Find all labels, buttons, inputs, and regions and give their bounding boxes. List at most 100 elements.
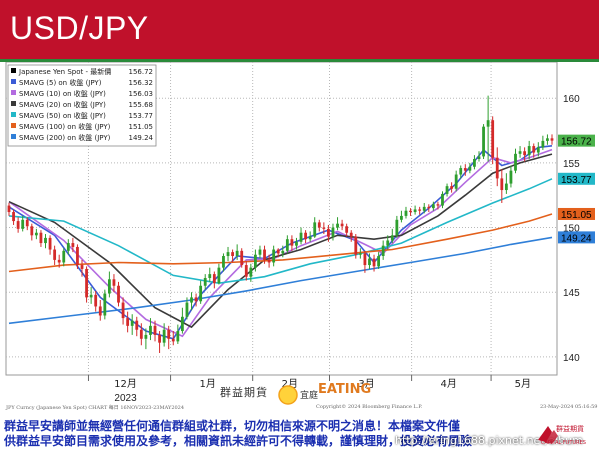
candle-body [308, 236, 312, 240]
candle-body [208, 274, 212, 278]
candle-body [441, 193, 444, 206]
candle-body [185, 302, 189, 317]
disclaimer-line-1: 群益早安講師並無經營任何通信群組或社群，切勿相信來源不明之消息！本檔案文件僅 [4, 419, 461, 433]
candle-body [368, 258, 371, 266]
candle-body [53, 249, 57, 260]
candle-body [176, 331, 180, 342]
candle-body [358, 253, 362, 255]
legend-label: SMAVG (50) on 收盤 (JPY) [19, 111, 106, 120]
candle-body [71, 243, 75, 247]
legend-label: SMAVG (200) on 收盤 (JPY) [19, 133, 111, 142]
candle-body [162, 329, 166, 343]
price-tick-label: 140 [563, 353, 580, 364]
candle-body [514, 153, 517, 171]
candle-body [217, 267, 221, 284]
candle-body [527, 146, 531, 156]
legend-value: 155.68 [129, 101, 154, 109]
candle-body [98, 306, 102, 316]
candle-body [313, 222, 317, 237]
candle-body [495, 157, 499, 179]
candle-body [158, 334, 161, 343]
candle-body [431, 204, 435, 209]
last-value-tag-label: 156.72 [561, 137, 592, 148]
candle-body [395, 219, 399, 236]
candle-body [30, 226, 34, 236]
candle-body [285, 239, 289, 251]
legend-label: SMAVG (100) on 收盤 (JPY) [19, 122, 111, 131]
candle-body [117, 285, 120, 303]
company-logo-sub: CAPITAL FUTURES [541, 440, 586, 446]
candle-body [463, 168, 467, 171]
price-tick-label: 145 [563, 288, 580, 299]
candle-body [386, 240, 390, 246]
sun-stamp-icon [278, 385, 298, 405]
candle-body [249, 267, 253, 277]
candle-body [226, 252, 230, 257]
legend-swatch [11, 123, 16, 128]
candle-body [436, 204, 440, 206]
candle-body [536, 147, 540, 153]
legend-swatch [11, 68, 16, 73]
candle-body [254, 254, 257, 268]
title-banner: USD/JPY [0, 0, 599, 62]
candle-body [413, 209, 417, 213]
candle-body [167, 329, 171, 339]
candle-body [263, 249, 266, 260]
candle-body [336, 223, 339, 228]
legend-value: 149.24 [129, 134, 154, 142]
candle-body [377, 256, 381, 267]
candle-body [258, 249, 262, 255]
candle-body [454, 174, 458, 189]
legend-value: 156.72 [129, 68, 154, 76]
candle-body [276, 249, 280, 254]
candle-body [354, 236, 358, 255]
candle-body [340, 223, 344, 227]
legend-swatch [11, 134, 16, 139]
candle-body [459, 168, 463, 175]
candle-body [39, 232, 43, 244]
candle-body [518, 151, 522, 154]
time-tick-label: 1月 [199, 378, 215, 390]
candle-body [400, 215, 403, 220]
legend-label: SMAVG (20) on 收盤 (JPY) [19, 100, 106, 109]
candle-body [267, 259, 271, 263]
candle-body [121, 302, 125, 319]
candle-body [199, 285, 203, 302]
candle-body [418, 209, 422, 211]
candle-body [450, 186, 454, 189]
last-value-tag-label: 153.77 [561, 175, 592, 186]
candle-body [144, 334, 148, 339]
candle-body [130, 320, 134, 326]
candle-body [203, 277, 207, 286]
candle-body [180, 316, 184, 332]
candle-body [135, 320, 139, 330]
candle-body [550, 138, 554, 141]
chart-footer-copyright: Copyright© 2024 Bloomberg Finance L.P. [316, 404, 423, 410]
stamp-mid-text: 宜庭 [300, 391, 319, 401]
candle-body [80, 265, 84, 269]
candle-body [171, 338, 175, 342]
candle-body [76, 246, 79, 266]
price-chart: 14014515015516012月 1月 2月 3月 4月 5月2023156.7215… [5, 62, 595, 405]
candle-body [445, 186, 449, 194]
candle-body [345, 226, 349, 233]
legend-label: SMAVG (5) on 收盤 (JPY) [19, 78, 102, 87]
legend-value: 156.32 [129, 79, 154, 87]
chart-footer-timestamp: 23-May-2024 05:16:59 [540, 404, 598, 410]
candle-body [409, 210, 412, 213]
candle-body [244, 265, 248, 277]
candle-body [126, 318, 130, 326]
legend-label: Japanese Yen Spot - 最新價 [18, 67, 111, 76]
last-value-tag-label: 151.05 [561, 210, 592, 221]
candle-body [331, 227, 335, 237]
page-title: USD/JPY [10, 10, 149, 46]
candle-body [235, 250, 239, 257]
company-logo-name: 群益期貨 [556, 425, 584, 433]
candle-body [477, 156, 481, 160]
candle-body [482, 126, 485, 157]
time-tick-label: 4月 [441, 378, 457, 390]
candle-body [85, 268, 88, 298]
candle-body [500, 178, 504, 191]
candle-body [25, 219, 29, 227]
candle-body [290, 239, 294, 246]
